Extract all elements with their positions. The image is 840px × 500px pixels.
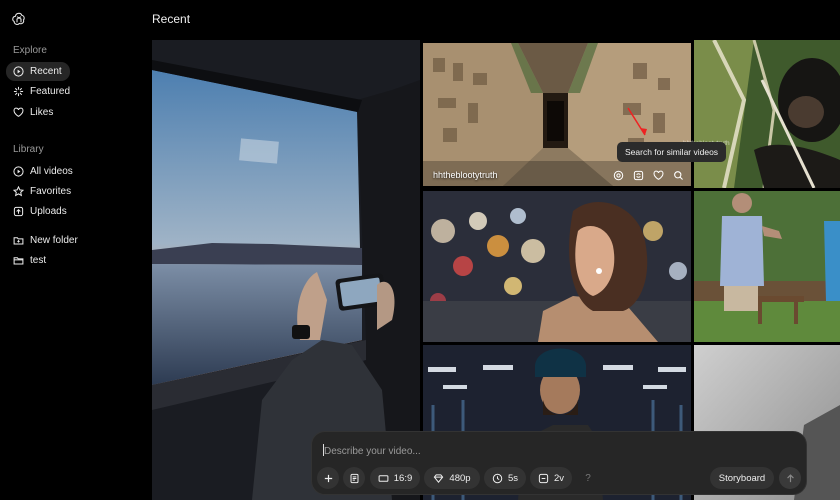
page-title: Recent bbox=[152, 12, 191, 26]
diamond-icon bbox=[434, 473, 444, 483]
play-circle-icon bbox=[13, 166, 24, 177]
sidebar-item-recent[interactable]: Recent bbox=[6, 62, 70, 81]
sidebar-item-label: Likes bbox=[30, 107, 54, 118]
video-tile-temple[interactable]: hhtheblootytruth bbox=[423, 43, 691, 186]
tile-author[interactable]: hhtheblootytruth bbox=[433, 170, 498, 180]
explore-section-label: Explore bbox=[13, 45, 47, 56]
prompt-input[interactable] bbox=[324, 442, 794, 460]
sidebar: Explore Recent Featured Likes Library Al… bbox=[0, 0, 150, 500]
variations-label: 2v bbox=[553, 472, 565, 484]
help-button[interactable]: ? bbox=[580, 467, 596, 489]
text-caret bbox=[323, 444, 324, 456]
remix-icon bbox=[613, 170, 623, 180]
sidebar-item-label: Recent bbox=[30, 66, 62, 77]
sidebar-item-label: Uploads bbox=[30, 206, 67, 217]
search-icon bbox=[673, 170, 683, 180]
video-tile-chimpanzee[interactable] bbox=[694, 40, 840, 188]
variations-icon bbox=[538, 473, 549, 483]
aspect-ratio-label: 16:9 bbox=[393, 472, 413, 484]
arrow-up-icon bbox=[786, 473, 794, 482]
video-thumbnail bbox=[694, 191, 840, 342]
sidebar-item-label: New folder bbox=[30, 235, 78, 246]
clock-icon bbox=[492, 473, 503, 483]
folder-add-icon bbox=[13, 237, 24, 245]
document-icon bbox=[350, 473, 358, 483]
video-thumbnail bbox=[694, 40, 840, 188]
duration-label: 5s bbox=[507, 472, 519, 484]
openai-logo-icon[interactable] bbox=[11, 11, 27, 27]
aspect-ratio-icon bbox=[378, 474, 389, 482]
similar-videos-button[interactable] bbox=[631, 168, 645, 182]
storyboard-label: Storyboard bbox=[718, 472, 766, 484]
variations-button[interactable]: 2v bbox=[530, 467, 572, 489]
sidebar-item-uploads[interactable]: Uploads bbox=[6, 202, 75, 221]
sidebar-item-likes[interactable]: Likes bbox=[6, 103, 61, 122]
video-tile-men-lawn[interactable] bbox=[694, 191, 840, 342]
sidebar-item-favorites[interactable]: Favorites bbox=[6, 182, 79, 201]
resolution-label: 480p bbox=[449, 472, 471, 484]
heart-icon bbox=[653, 170, 663, 180]
duration-button[interactable]: 5s bbox=[484, 467, 526, 489]
add-media-button[interactable] bbox=[317, 467, 339, 489]
tile-actions bbox=[611, 168, 685, 182]
aspect-ratio-button[interactable]: 16:9 bbox=[370, 467, 420, 489]
sidebar-item-featured[interactable]: Featured bbox=[6, 82, 78, 101]
refresh-icon bbox=[633, 170, 643, 180]
resolution-button[interactable]: 480p bbox=[424, 467, 480, 489]
sparkle-icon bbox=[13, 86, 24, 97]
sidebar-item-label: Favorites bbox=[30, 186, 72, 197]
sidebar-item-label: test bbox=[30, 255, 47, 266]
remix-button[interactable] bbox=[611, 168, 625, 182]
sidebar-item-label: All videos bbox=[30, 166, 73, 177]
storyboard-button[interactable]: Storyboard bbox=[710, 467, 774, 489]
presets-button[interactable] bbox=[343, 467, 365, 489]
sidebar-item-all-videos[interactable]: All videos bbox=[6, 162, 81, 181]
sidebar-item-test[interactable]: test bbox=[6, 251, 54, 270]
sidebar-item-new-folder[interactable]: New folder bbox=[6, 231, 86, 250]
video-thumbnail bbox=[423, 43, 691, 186]
star-icon bbox=[13, 186, 24, 197]
like-button[interactable] bbox=[651, 168, 665, 182]
search-similar-tooltip: Search for similar videos bbox=[617, 142, 727, 162]
video-tile-woman-bokeh[interactable] bbox=[423, 191, 691, 342]
library-section-label: Library bbox=[13, 144, 44, 155]
folder-icon bbox=[13, 257, 24, 265]
play-circle-icon bbox=[13, 66, 24, 77]
heart-icon bbox=[13, 107, 24, 117]
submit-button[interactable] bbox=[779, 467, 801, 489]
sidebar-item-label: Featured bbox=[30, 86, 71, 97]
search-similar-button[interactable] bbox=[671, 168, 685, 182]
upload-icon bbox=[13, 206, 24, 217]
video-thumbnail bbox=[423, 191, 691, 342]
plus-icon bbox=[324, 474, 332, 482]
